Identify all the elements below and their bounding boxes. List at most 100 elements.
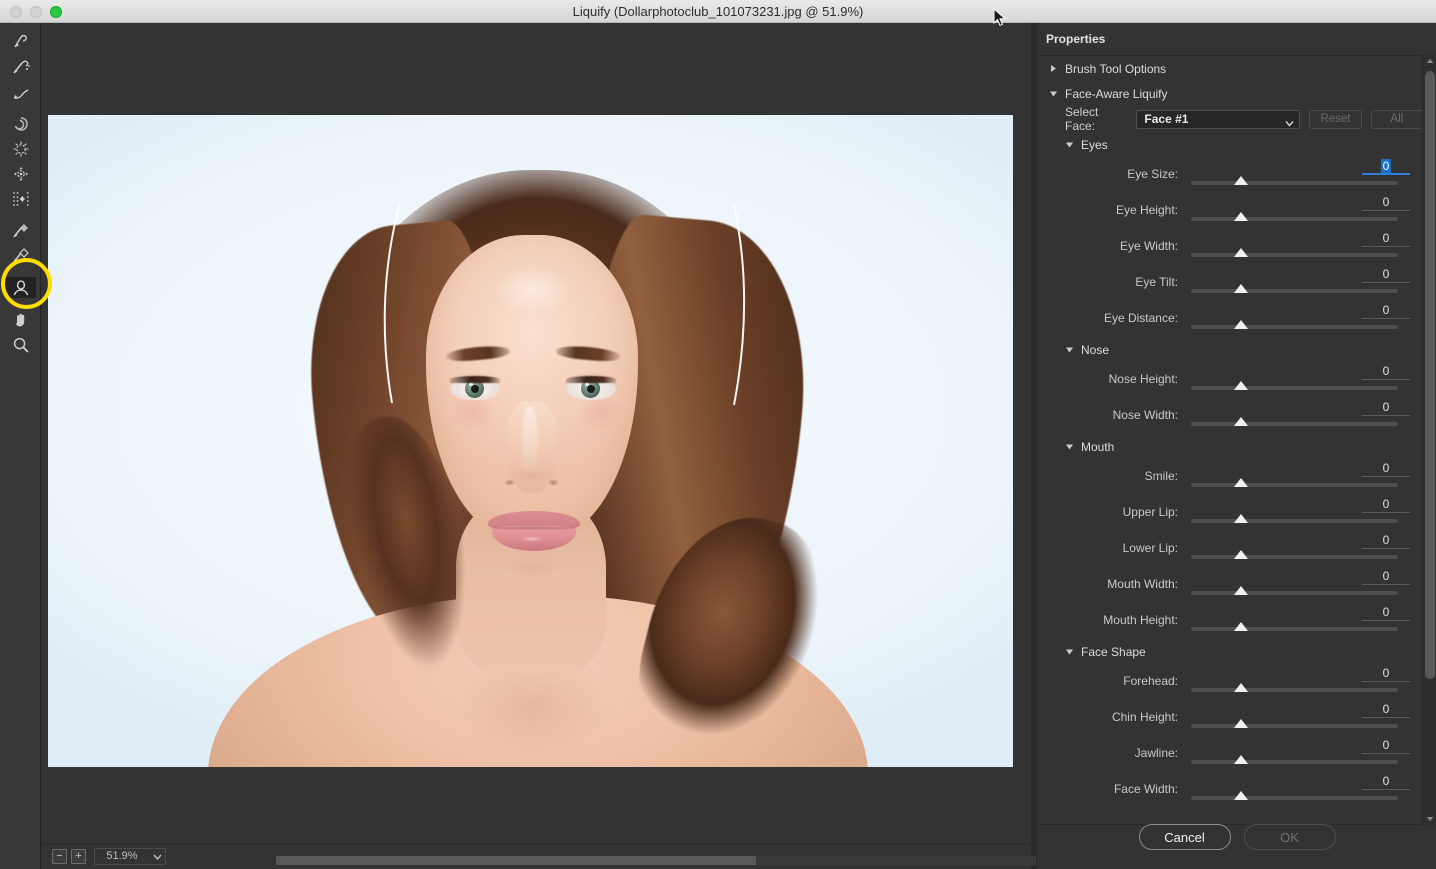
triangle-down-icon[interactable]	[1049, 89, 1058, 98]
zoom-tool[interactable]	[0, 332, 41, 357]
slider-value-chin-height[interactable]: 0	[1362, 702, 1410, 718]
slider-knob-upper-lip[interactable]	[1234, 514, 1248, 523]
slider-knob-lower-lip[interactable]	[1234, 550, 1248, 559]
document-image[interactable]	[48, 115, 1013, 767]
reset-button[interactable]: Reset	[1309, 109, 1362, 129]
slider-track-nose-width[interactable]	[1191, 422, 1398, 426]
thaw-mask-tool[interactable]	[0, 243, 41, 268]
canvas-horizontal-scrollbar-thumb[interactable]	[276, 856, 756, 865]
all-button[interactable]: All	[1370, 109, 1423, 129]
zoom-level-field[interactable]: 51.9%	[94, 848, 166, 865]
slider-track-chin-height[interactable]	[1191, 724, 1398, 728]
slider-row-nose-height[interactable]: Nose Height: 0	[1037, 362, 1423, 398]
slider-value-face-width[interactable]: 0	[1362, 774, 1410, 790]
section-face-aware-liquify[interactable]: Face-Aware Liquify	[1037, 81, 1423, 106]
slider-knob-face-width[interactable]	[1234, 791, 1248, 800]
slider-knob-eye-tilt[interactable]	[1234, 284, 1248, 293]
slider-row-jawline[interactable]: Jawline: 0	[1037, 736, 1423, 772]
slider-row-eye-tilt[interactable]: Eye Tilt: 0	[1037, 265, 1423, 301]
slider-track-nose-height[interactable]	[1191, 386, 1398, 390]
bloat-tool[interactable]	[0, 161, 41, 186]
group-face-shape[interactable]: Face Shape	[1037, 639, 1423, 664]
slider-knob-chin-height[interactable]	[1234, 719, 1248, 728]
slider-track-mouth-width[interactable]	[1191, 591, 1398, 595]
group-nose[interactable]: Nose	[1037, 337, 1423, 362]
slider-row-mouth-width[interactable]: Mouth Width: 0	[1037, 567, 1423, 603]
section-brush-tool-options[interactable]: Brush Tool Options	[1037, 56, 1423, 81]
slider-row-eye-width[interactable]: Eye Width: 0	[1037, 229, 1423, 265]
slider-row-nose-width[interactable]: Nose Width: 0	[1037, 398, 1423, 434]
hand-tool[interactable]	[0, 307, 41, 332]
zoom-out-button[interactable]: −	[52, 849, 67, 864]
slider-row-lower-lip[interactable]: Lower Lip: 0	[1037, 531, 1423, 567]
slider-knob-nose-height[interactable]	[1234, 381, 1248, 390]
slider-value-eye-distance[interactable]: 0	[1362, 303, 1410, 319]
slider-track-eye-size[interactable]	[1191, 181, 1398, 185]
slider-value-eye-width[interactable]: 0	[1362, 231, 1410, 247]
slider-value-smile[interactable]: 0	[1362, 461, 1410, 477]
chevron-down-icon[interactable]	[152, 853, 162, 861]
slider-knob-smile[interactable]	[1234, 478, 1248, 487]
slider-knob-eye-size[interactable]	[1234, 176, 1248, 185]
slider-row-chin-height[interactable]: Chin Height: 0	[1037, 700, 1423, 736]
slider-track-eye-tilt[interactable]	[1191, 289, 1398, 293]
triangle-down-icon[interactable]	[1065, 345, 1074, 354]
slider-knob-jawline[interactable]	[1234, 755, 1248, 764]
triangle-down-icon[interactable]	[1065, 442, 1074, 451]
slider-row-eye-height[interactable]: Eye Height: 0	[1037, 193, 1423, 229]
panel-scrollbar-thumb[interactable]	[1425, 71, 1435, 679]
slider-row-forehead[interactable]: Forehead: 0	[1037, 664, 1423, 700]
slider-track-jawline[interactable]	[1191, 760, 1398, 764]
slider-knob-nose-width[interactable]	[1234, 417, 1248, 426]
slider-value-eye-tilt[interactable]: 0	[1362, 267, 1410, 283]
twirl-clockwise-tool[interactable]	[0, 111, 41, 136]
ok-button[interactable]: OK	[1243, 824, 1336, 850]
slider-row-upper-lip[interactable]: Upper Lip: 0	[1037, 495, 1423, 531]
slider-knob-forehead[interactable]	[1234, 683, 1248, 692]
slider-knob-eye-height[interactable]	[1234, 212, 1248, 221]
slider-knob-mouth-height[interactable]	[1234, 622, 1248, 631]
slider-row-eye-size[interactable]: Eye Size: 0	[1037, 157, 1423, 193]
push-left-tool[interactable]	[0, 186, 41, 211]
slider-track-eye-height[interactable]	[1191, 217, 1398, 221]
slider-track-upper-lip[interactable]	[1191, 519, 1398, 523]
freeze-mask-tool[interactable]	[0, 218, 41, 243]
cancel-button[interactable]: Cancel	[1138, 824, 1231, 850]
face-tool[interactable]	[0, 275, 41, 300]
slider-row-face-width[interactable]: Face Width: 0	[1037, 772, 1423, 808]
select-face-dropdown[interactable]: Face #1	[1136, 109, 1301, 130]
slider-value-eye-size[interactable]: 0	[1362, 159, 1410, 175]
triangle-down-icon[interactable]	[1065, 140, 1074, 149]
panel-vertical-scrollbar[interactable]	[1422, 55, 1436, 825]
slider-knob-eye-width[interactable]	[1234, 248, 1248, 257]
forward-warp-tool[interactable]	[0, 29, 41, 54]
slider-value-nose-width[interactable]: 0	[1362, 400, 1410, 416]
slider-track-mouth-height[interactable]	[1191, 627, 1398, 631]
slider-value-mouth-height[interactable]: 0	[1362, 605, 1410, 621]
canvas-horizontal-scrollbar[interactable]	[276, 856, 1066, 865]
slider-track-eye-distance[interactable]	[1191, 325, 1398, 329]
triangle-right-icon[interactable]	[1049, 64, 1058, 73]
zoom-in-button[interactable]: +	[71, 849, 86, 864]
chevron-down-icon[interactable]	[1285, 116, 1294, 130]
liquify-canvas[interactable]	[41, 23, 1031, 869]
slider-value-jawline[interactable]: 0	[1362, 738, 1410, 754]
slider-value-mouth-width[interactable]: 0	[1362, 569, 1410, 585]
slider-track-lower-lip[interactable]	[1191, 555, 1398, 559]
slider-row-mouth-height[interactable]: Mouth Height: 0	[1037, 603, 1423, 639]
slider-track-face-width[interactable]	[1191, 796, 1398, 800]
slider-value-upper-lip[interactable]: 0	[1362, 497, 1410, 513]
smooth-tool[interactable]	[0, 79, 41, 104]
slider-row-eye-distance[interactable]: Eye Distance: 0	[1037, 301, 1423, 337]
slider-value-nose-height[interactable]: 0	[1362, 364, 1410, 380]
group-mouth[interactable]: Mouth	[1037, 434, 1423, 459]
reconstruct-tool[interactable]	[0, 54, 41, 79]
slider-track-eye-width[interactable]	[1191, 253, 1398, 257]
slider-value-lower-lip[interactable]: 0	[1362, 533, 1410, 549]
slider-row-smile[interactable]: Smile: 0	[1037, 459, 1423, 495]
pucker-tool[interactable]	[0, 136, 41, 161]
slider-value-forehead[interactable]: 0	[1362, 666, 1410, 682]
slider-value-eye-height[interactable]: 0	[1362, 195, 1410, 211]
group-eyes[interactable]: Eyes	[1037, 132, 1423, 157]
slider-track-forehead[interactable]	[1191, 688, 1398, 692]
